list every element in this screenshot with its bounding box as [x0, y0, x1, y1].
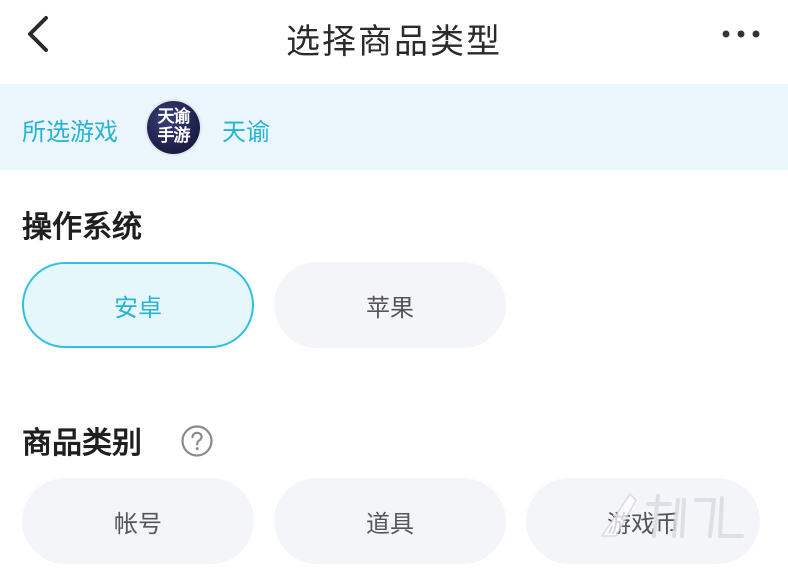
os-section-title: 操作系统 [22, 210, 142, 245]
category-option-items[interactable]: 道具 [274, 478, 506, 564]
os-option-ios[interactable]: 苹果 [274, 262, 506, 348]
game-logo-icon[interactable]: 天谕 手游 [147, 101, 200, 154]
selected-game-banner [0, 84, 788, 170]
category-option-account[interactable]: 帐号 [22, 478, 254, 564]
top-nav-bar: 选择商品类型 [0, 0, 788, 84]
question-circle-icon[interactable] [180, 424, 214, 458]
more-icon[interactable] [718, 26, 764, 40]
selected-game-label: 所选游戏 [22, 118, 118, 146]
os-option-android[interactable]: 安卓 [22, 262, 254, 348]
category-section-title: 商品类别 [22, 426, 142, 461]
selected-game-name[interactable]: 天谕 [222, 112, 270, 147]
game-logo-text-bottom: 手游 [157, 126, 191, 146]
category-option-game-currency[interactable]: 游戏币 [526, 478, 760, 564]
game-logo-text-top: 天谕 [157, 107, 191, 127]
page-title: 选择商品类型 [286, 22, 502, 62]
